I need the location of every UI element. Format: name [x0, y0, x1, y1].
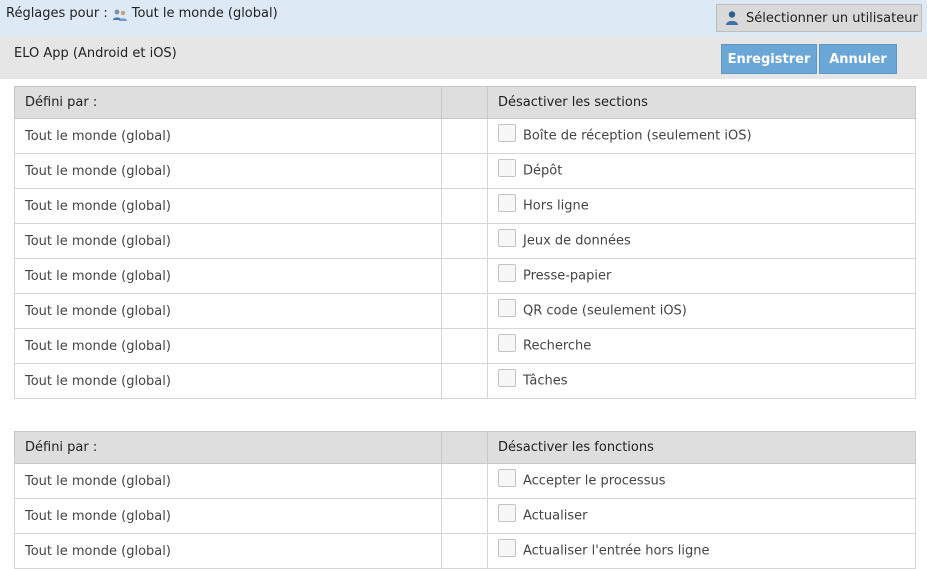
disable-checkbox[interactable] [498, 369, 516, 387]
option-cell: Accepter le processus [487, 463, 916, 499]
table-row: Tout le monde (global) Recherche [14, 328, 916, 364]
option-cell: Tâches [487, 363, 916, 399]
user-icon [726, 11, 738, 25]
option-label: Actualiser [523, 508, 588, 524]
disable-checkbox[interactable] [498, 469, 516, 487]
defined-by-cell: Tout le monde (global) [14, 188, 442, 224]
empty-cell [441, 118, 488, 154]
disable-checkbox[interactable] [498, 159, 516, 177]
table-header-row: Défini par : Désactiver les fonctions [14, 431, 916, 464]
option-cell: Actualiser [487, 498, 916, 534]
col-disable-sections: Désactiver les sections [487, 86, 916, 119]
app-title: ELO App (Android et iOS) [14, 46, 177, 61]
group-users-icon [112, 9, 127, 21]
select-user-label: Sélectionner un utilisateur [746, 10, 918, 26]
col-disable-functions: Désactiver les fonctions [487, 431, 916, 464]
settings-for-label: Réglages pour : [6, 6, 108, 21]
table-row: Tout le monde (global) Hors ligne [14, 188, 916, 224]
col-defined-by: Défini par : [14, 431, 442, 464]
empty-cell [441, 258, 488, 294]
table-row: Tout le monde (global) Tâches [14, 363, 916, 399]
disable-sections-table: Défini par : Désactiver les sections Tou… [14, 86, 916, 399]
empty-cell [441, 463, 488, 499]
table-row: Tout le monde (global) Presse-papier [14, 258, 916, 294]
option-label: Jeux de données [523, 233, 631, 249]
empty-cell [441, 363, 488, 399]
disable-checkbox[interactable] [498, 229, 516, 247]
option-label: Presse-papier [523, 268, 612, 284]
option-cell: Actualiser l'entrée hors ligne [487, 533, 916, 569]
disable-checkbox[interactable] [498, 264, 516, 282]
disable-checkbox[interactable] [498, 194, 516, 212]
disable-checkbox[interactable] [498, 334, 516, 352]
save-button[interactable]: Enregistrer [721, 44, 817, 74]
option-cell: Jeux de données [487, 223, 916, 259]
defined-by-cell: Tout le monde (global) [14, 223, 442, 259]
defined-by-cell: Tout le monde (global) [14, 118, 442, 154]
col-empty [441, 431, 488, 464]
table-row: Tout le monde (global) Jeux de données [14, 223, 916, 259]
option-label: Recherche [523, 338, 592, 354]
settings-header: Réglages pour : Tout le monde (global) S… [0, 0, 927, 37]
option-label: Actualiser l'entrée hors ligne [523, 543, 710, 559]
empty-cell [441, 153, 488, 189]
disable-checkbox[interactable] [498, 299, 516, 317]
defined-by-cell: Tout le monde (global) [14, 463, 442, 499]
option-label: Dépôt [523, 163, 563, 179]
table-row: Tout le monde (global) QR code (seulement… [14, 293, 916, 329]
disable-checkbox[interactable] [498, 504, 516, 522]
option-cell: Hors ligne [487, 188, 916, 224]
table-row: Tout le monde (global) Dépôt [14, 153, 916, 189]
disable-functions-table: Défini par : Désactiver les fonctions To… [14, 431, 916, 569]
scope-value: Tout le monde (global) [131, 6, 278, 21]
defined-by-cell: Tout le monde (global) [14, 533, 442, 569]
table-row: Tout le monde (global) Boîte de réception… [14, 118, 916, 154]
option-label: Accepter le processus [523, 473, 666, 489]
option-cell: QR code (seulement iOS) [487, 293, 916, 329]
empty-cell [441, 533, 488, 569]
defined-by-cell: Tout le monde (global) [14, 498, 442, 534]
option-label: Hors ligne [523, 198, 589, 214]
select-user-button[interactable]: Sélectionner un utilisateur [716, 4, 922, 32]
option-label: QR code (seulement iOS) [523, 303, 687, 319]
option-cell: Dépôt [487, 153, 916, 189]
disable-checkbox[interactable] [498, 539, 516, 557]
empty-cell [441, 188, 488, 224]
col-defined-by: Défini par : [14, 86, 442, 119]
option-cell: Boîte de réception (seulement iOS) [487, 118, 916, 154]
empty-cell [441, 328, 488, 364]
option-cell: Presse-papier [487, 258, 916, 294]
col-empty [441, 86, 488, 119]
defined-by-cell: Tout le monde (global) [14, 293, 442, 329]
empty-cell [441, 498, 488, 534]
table-row: Tout le monde (global) Accepter le proces… [14, 463, 916, 499]
option-cell: Recherche [487, 328, 916, 364]
cancel-button[interactable]: Annuler [819, 44, 897, 74]
defined-by-cell: Tout le monde (global) [14, 153, 442, 189]
option-label: Tâches [523, 373, 568, 389]
defined-by-cell: Tout le monde (global) [14, 258, 442, 294]
table-header-row: Défini par : Désactiver les sections [14, 86, 916, 119]
table-row: Tout le monde (global) Actualiser [14, 498, 916, 534]
disable-checkbox[interactable] [498, 124, 516, 142]
option-label: Boîte de réception (seulement iOS) [523, 128, 752, 144]
empty-cell [441, 223, 488, 259]
empty-cell [441, 293, 488, 329]
settings-for-label-group: Réglages pour : Tout le monde (global) [6, 6, 278, 21]
table-row: Tout le monde (global) Actualiser l'entré… [14, 533, 916, 569]
defined-by-cell: Tout le monde (global) [14, 328, 442, 364]
defined-by-cell: Tout le monde (global) [14, 363, 442, 399]
